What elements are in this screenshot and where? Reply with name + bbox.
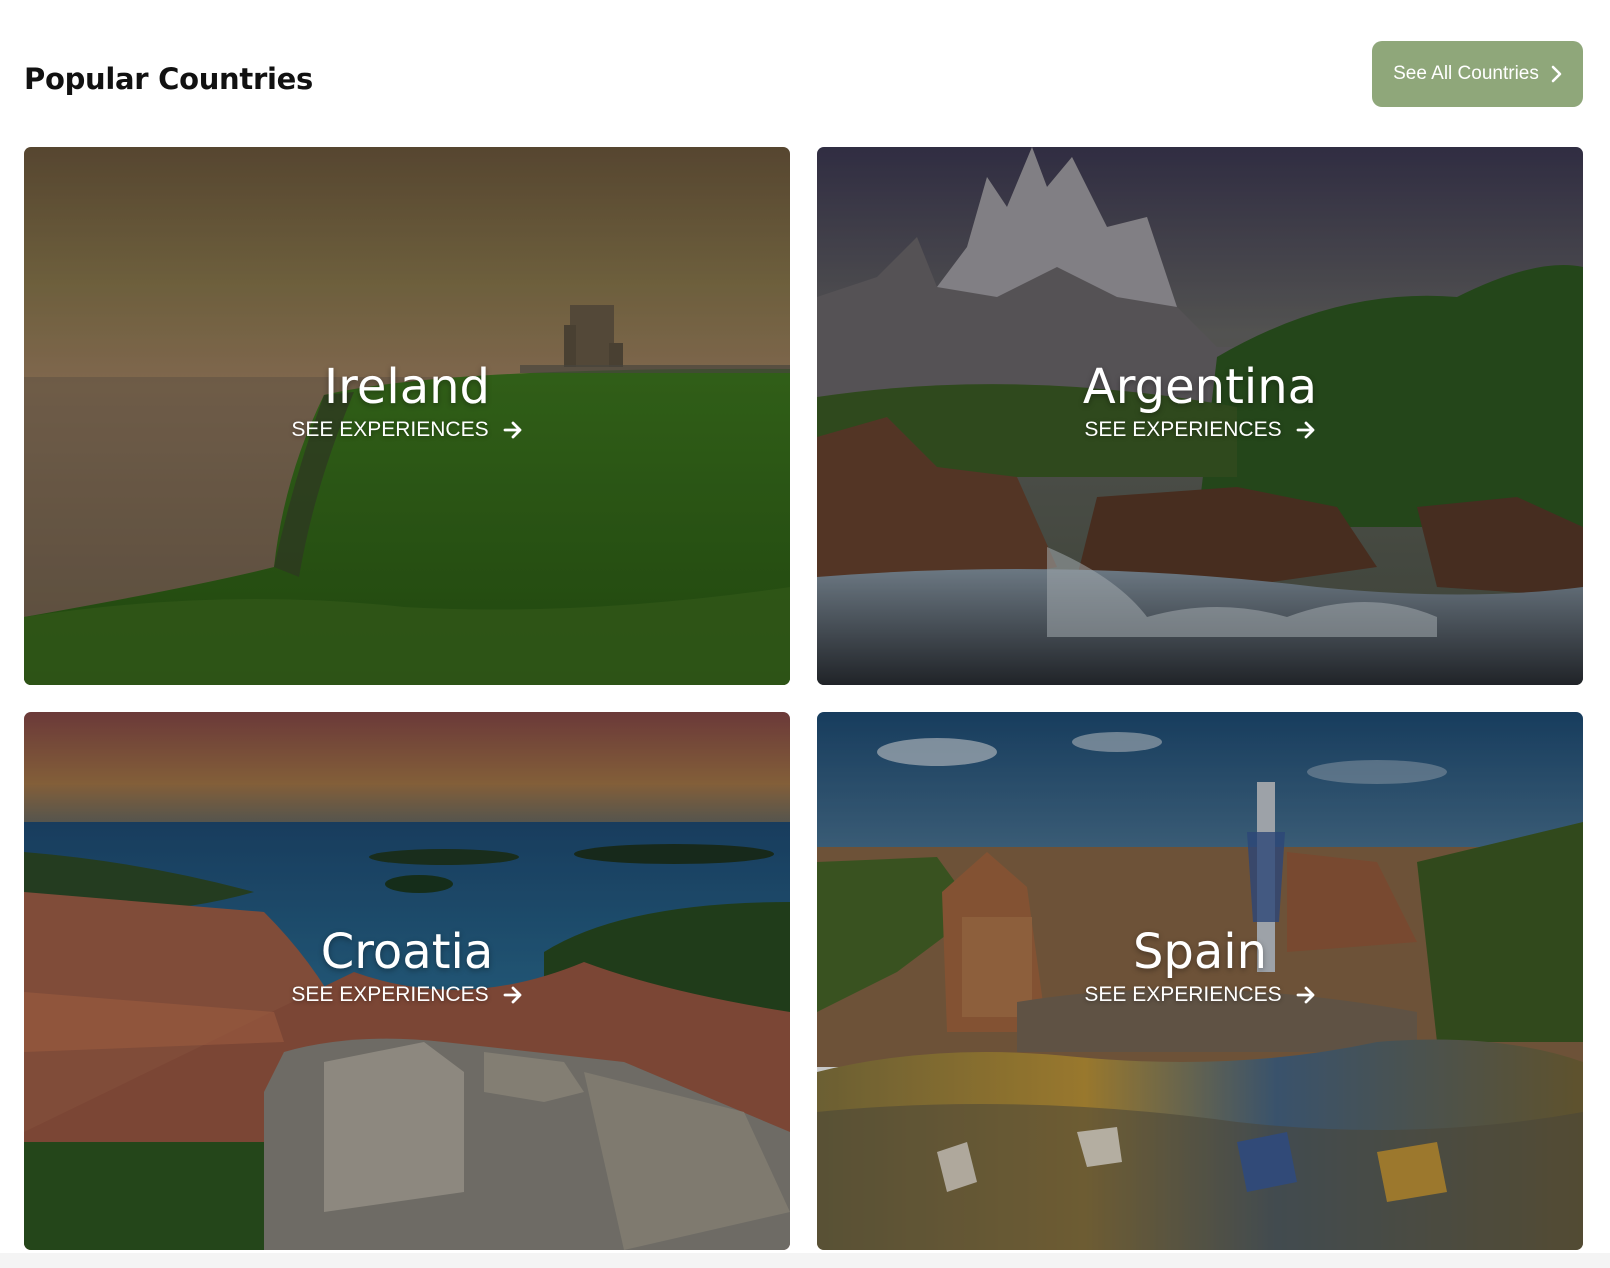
card-title-spain: Spain <box>1132 924 1268 980</box>
arrow-right-icon <box>503 421 522 439</box>
see-experiences-label: SEE EXPERIENCES <box>291 418 489 441</box>
country-card-ireland[interactable]: Ireland SEE EXPERIENCES <box>24 147 790 685</box>
arrow-right-icon <box>1296 421 1315 439</box>
card-title-ireland: Ireland <box>323 359 490 415</box>
section-title: Popular Countries <box>24 62 313 96</box>
page-footer-band <box>0 1253 1610 1268</box>
country-card-spain[interactable]: Spain SEE EXPERIENCES <box>817 712 1583 1250</box>
card-title-argentina: Argentina <box>1082 359 1318 415</box>
see-experiences-link-croatia[interactable]: SEE EXPERIENCES <box>291 980 522 1010</box>
card-title-croatia: Croatia <box>320 924 494 980</box>
see-experiences-label: SEE EXPERIENCES <box>291 983 489 1006</box>
country-card-argentina[interactable]: Argentina SEE EXPERIENCES <box>817 147 1583 685</box>
see-experiences-label: SEE EXPERIENCES <box>1084 418 1282 441</box>
see-experiences-link-ireland[interactable]: SEE EXPERIENCES <box>291 415 522 445</box>
country-card-croatia[interactable]: Croatia SEE EXPERIENCES <box>24 712 790 1250</box>
see-experiences-link-argentina[interactable]: SEE EXPERIENCES <box>1084 415 1315 445</box>
arrow-right-icon <box>1296 986 1315 1004</box>
chevron-right-icon <box>1551 65 1562 83</box>
see-experiences-label: SEE EXPERIENCES <box>1084 983 1282 1006</box>
see-experiences-link-spain[interactable]: SEE EXPERIENCES <box>1084 980 1315 1010</box>
see-all-countries-button[interactable]: See All Countries <box>1372 41 1583 107</box>
see-all-countries-label: See All Countries <box>1393 63 1539 84</box>
arrow-right-icon <box>503 986 522 1004</box>
